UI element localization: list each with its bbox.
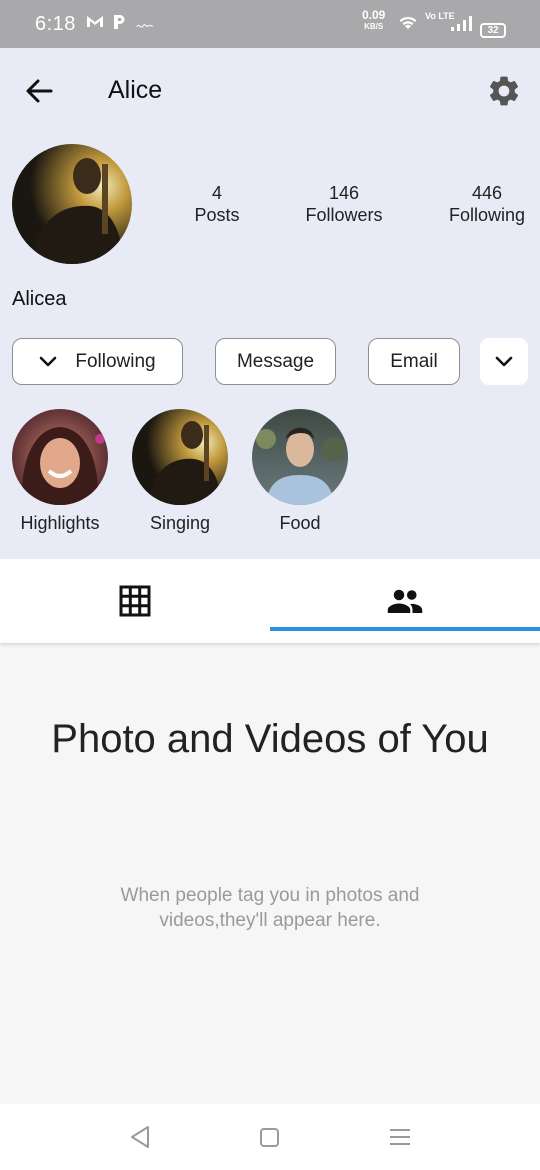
message-button[interactable]: Message (215, 338, 336, 385)
highlight-label: Highlights (20, 513, 100, 533)
highlight-item[interactable]: Highlights (12, 409, 108, 533)
grid-icon (119, 585, 151, 617)
highlight-cover (132, 409, 228, 505)
stat-followers[interactable]: 146 Followers (294, 182, 394, 226)
stat-posts[interactable]: 4 Posts (187, 182, 247, 226)
profile-header: Alice 4 Posts 146 Followers 446 Followin… (0, 48, 540, 559)
profile-username: Alicea (12, 288, 67, 310)
highlight-photo (252, 409, 348, 505)
stat-following-value: 446 (471, 183, 503, 203)
empty-state-title: Photo and Videos of You (51, 717, 489, 761)
gear-icon (489, 76, 519, 106)
highlight-photo (132, 409, 228, 505)
gmail-icon (86, 14, 104, 33)
battery-icon: 32 (480, 23, 506, 38)
tagged-people-icon (387, 589, 423, 613)
status-bar: 6:18 0.09 KB/S Vo LTE 32 (0, 0, 540, 48)
message-button-label: Message (236, 350, 315, 372)
profile-tab-bar (0, 559, 540, 643)
arrow-back-icon (26, 79, 53, 103)
system-nav-bar (0, 1104, 540, 1170)
email-button-label: Email (390, 350, 438, 372)
nav-home-button[interactable] (258, 1124, 286, 1150)
stat-posts-label: Posts (194, 205, 240, 225)
profile-avatar[interactable] (12, 144, 132, 264)
status-time: 6:18 (35, 13, 76, 35)
settings-button[interactable] (486, 73, 522, 109)
network-speed: 0.09 KB/S (362, 8, 386, 31)
p-app-icon (112, 14, 126, 35)
highlight-item[interactable]: Singing (132, 409, 228, 533)
nav-back-button[interactable] (128, 1124, 156, 1150)
chevron-down-icon (495, 356, 513, 366)
tab-selected-indicator (270, 627, 540, 631)
suggestions-toggle-button[interactable] (480, 338, 528, 385)
highlight-cover (12, 409, 108, 505)
signal-icon (450, 14, 472, 37)
tab-posts-grid[interactable] (0, 559, 270, 643)
highlight-label: Food (279, 513, 321, 533)
home-square-icon (260, 1128, 279, 1147)
back-triangle-icon (131, 1126, 149, 1148)
stat-followers-label: Followers (305, 205, 383, 225)
stat-followers-value: 146 (328, 183, 360, 203)
highlight-photo (12, 409, 108, 505)
following-button-label: Following (75, 350, 156, 372)
notification-icon (136, 18, 154, 36)
email-button[interactable]: Email (368, 338, 460, 385)
page-title: Alice (108, 76, 163, 104)
stat-following-label: Following (448, 205, 526, 225)
stat-following[interactable]: 446 Following (437, 182, 537, 226)
recents-menu-icon (390, 1129, 410, 1145)
highlight-label: Singing (149, 513, 211, 533)
chevron-down-icon (40, 356, 57, 366)
wifi-icon (397, 12, 419, 35)
highlight-item[interactable]: Food (252, 409, 348, 533)
avatar-photo (12, 144, 132, 264)
stat-posts-value: 4 (211, 183, 222, 203)
following-button[interactable]: Following (12, 338, 183, 385)
empty-state-subtitle: When people tag you in photos and videos… (120, 885, 420, 931)
nav-recents-button[interactable] (388, 1124, 416, 1150)
back-button[interactable] (24, 76, 58, 106)
highlight-cover (252, 409, 348, 505)
